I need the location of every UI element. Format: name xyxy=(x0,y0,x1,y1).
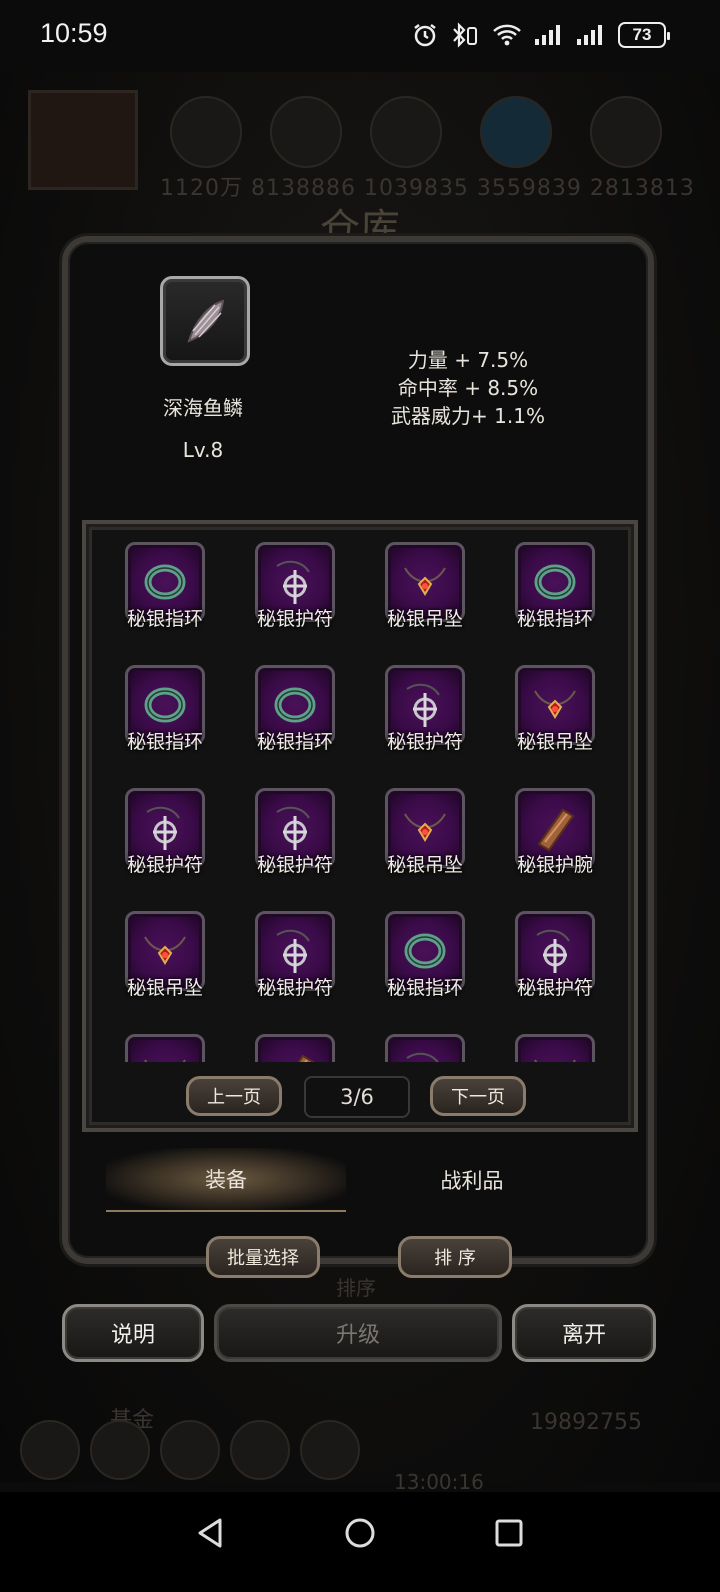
wifi-icon xyxy=(493,24,521,46)
sort-button[interactable]: 排 序 xyxy=(398,1236,512,1278)
category-tabs: 装备 战利品 xyxy=(96,1148,616,1212)
inventory-slot-label: 秘银护符 xyxy=(386,731,463,753)
home-icon[interactable] xyxy=(343,1516,377,1550)
inventory-slot[interactable]: 秘银护符 xyxy=(360,665,490,753)
inventory-slot-label: 秘银吊坠 xyxy=(516,731,593,753)
inventory-grid: 秘银指环 秘银护符 秘银吊坠 秘银指环 秘银指环 秘银指环 秘银护符 秘银吊坠 秘银护符 秘银护符… xyxy=(100,542,620,1062)
inventory-slot-label: 秘银吊坠 xyxy=(386,854,463,876)
inventory-slot[interactable]: 秘银护符 xyxy=(230,788,360,876)
bluetooth-icon xyxy=(453,22,477,48)
inventory-slot[interactable]: 秘银指环 xyxy=(100,665,230,753)
inventory-slot-label: 秘银吊坠 xyxy=(386,608,463,630)
stat-line: 命中率 + 8.5% xyxy=(397,376,539,400)
alarm-icon xyxy=(414,24,436,47)
inventory-scroll[interactable]: 秘银指环 秘银护符 秘银吊坠 秘银指环 秘银指环 秘银指环 秘银护符 秘银吊坠 秘银护符 秘银护符… xyxy=(100,542,620,1062)
pendant-icon xyxy=(515,1034,595,1062)
hud-slot xyxy=(480,96,552,168)
status-bar: 10:59 73 xyxy=(0,0,720,72)
recents-icon[interactable] xyxy=(492,1516,526,1550)
inventory-slot-label: 秘银护腕 xyxy=(516,854,593,876)
bg-timer: 13:00:16 xyxy=(394,1470,484,1494)
inventory-slot[interactable]: 秘银吊坠 xyxy=(490,665,620,753)
inventory-slot[interactable]: 秘银护符 xyxy=(230,911,360,999)
signal-icon-2 xyxy=(577,25,602,45)
status-icons: 73 xyxy=(412,22,670,48)
inventory-slot-label: 秘银护符 xyxy=(256,608,333,630)
hud-slot xyxy=(20,1420,80,1480)
stat-line: 武器威力+ 1.1% xyxy=(391,404,545,428)
back-icon[interactable] xyxy=(194,1516,228,1550)
hud-slot xyxy=(230,1420,290,1480)
inventory-slot[interactable] xyxy=(490,1034,620,1062)
inventory-frame: 秘银指环 秘银护符 秘银吊坠 秘银指环 秘银指环 秘银指环 秘银护符 秘银吊坠 秘银护符 秘银护符… xyxy=(82,520,638,1132)
amulet-icon xyxy=(385,1034,465,1062)
status-time: 10:59 xyxy=(40,18,108,48)
next-page-button[interactable]: 下一页 xyxy=(430,1076,526,1116)
inventory-slot[interactable]: 秘银护腕 xyxy=(490,788,620,876)
inventory-slot[interactable]: 秘银护符 xyxy=(100,788,230,876)
inventory-slot-label: 秘银护符 xyxy=(256,977,333,999)
inventory-slot[interactable]: 秘银指环 xyxy=(100,542,230,630)
hud-slot xyxy=(90,1420,150,1480)
hud-slot xyxy=(590,96,662,168)
help-button[interactable]: 说明 xyxy=(62,1304,204,1362)
pagination: 上一页 3/6 下一页 xyxy=(186,1076,546,1118)
selected-item-info: 深海鱼鳞 Lv.8 力量 + 7.5% 命中率 + 8.5% 武器威力+ 1.1… xyxy=(68,242,648,512)
tab-loot[interactable]: 战利品 xyxy=(352,1148,592,1212)
inventory-slot-label: 秘银护符 xyxy=(516,977,593,999)
inventory-slot-label: 秘银指环 xyxy=(516,608,593,630)
bg-sort-label: 排序 xyxy=(336,1276,376,1300)
bg-gold-label: 19892755 xyxy=(530,1410,642,1435)
inventory-slot[interactable]: 秘银指环 xyxy=(360,911,490,999)
hud-slot xyxy=(370,96,442,168)
bracer-icon xyxy=(255,1034,335,1062)
inventory-slot-label: 秘银指环 xyxy=(256,731,333,753)
pendant-icon xyxy=(125,1034,205,1062)
prev-page-button[interactable]: 上一页 xyxy=(186,1076,282,1116)
upgrade-button[interactable]: 升级 xyxy=(214,1304,502,1362)
inventory-slot[interactable]: 秘银护符 xyxy=(230,542,360,630)
inventory-slot[interactable]: 秘银吊坠 xyxy=(360,788,490,876)
signal-icon xyxy=(535,25,560,45)
bg-resource-numbers: 1120万 8138886 1039835 3559839 2813813 xyxy=(160,176,695,201)
battery-icon: 73 xyxy=(618,22,670,48)
page-indicator: 3/6 xyxy=(304,1076,410,1118)
tab-equipment[interactable]: 装备 xyxy=(106,1148,346,1212)
hud-slot xyxy=(300,1420,360,1480)
inventory-slot-label: 秘银吊坠 xyxy=(126,977,203,999)
inventory-slot[interactable]: 秘银吊坠 xyxy=(360,542,490,630)
batch-select-button[interactable]: 批量选择 xyxy=(206,1236,320,1278)
selected-item-slot[interactable] xyxy=(160,276,250,366)
inventory-slot[interactable]: 秘银吊坠 xyxy=(100,911,230,999)
inventory-slot[interactable]: 秘银指环 xyxy=(490,542,620,630)
inventory-slot-label: 秘银指环 xyxy=(126,731,203,753)
player-portrait xyxy=(28,90,138,190)
inventory-slot[interactable] xyxy=(230,1034,360,1062)
inventory-slot-label: 秘银护符 xyxy=(126,854,203,876)
inventory-slot-label: 秘银指环 xyxy=(386,977,463,999)
hud-slot xyxy=(270,96,342,168)
inventory-slot[interactable]: 秘银指环 xyxy=(230,665,360,753)
fish-scale-icon xyxy=(187,299,225,343)
leave-button[interactable]: 离开 xyxy=(512,1304,656,1362)
inventory-slot-label: 秘银护符 xyxy=(256,854,333,876)
navigation-bar xyxy=(0,1492,720,1592)
hud-slot xyxy=(160,1420,220,1480)
hud-slot xyxy=(170,96,242,168)
selected-item-stats: 力量 + 7.5% 命中率 + 8.5% 武器威力+ 1.1% xyxy=(358,346,578,430)
stat-line: 力量 + 7.5% xyxy=(407,348,529,372)
inventory-slot[interactable]: 秘银护符 xyxy=(490,911,620,999)
inventory-slot[interactable] xyxy=(100,1034,230,1062)
selected-item-level: Lv.8 xyxy=(182,438,224,462)
inventory-slot-label: 秘银指环 xyxy=(126,608,203,630)
selected-item-name: 深海鱼鳞 xyxy=(163,396,243,420)
inventory-slot[interactable] xyxy=(360,1034,490,1062)
